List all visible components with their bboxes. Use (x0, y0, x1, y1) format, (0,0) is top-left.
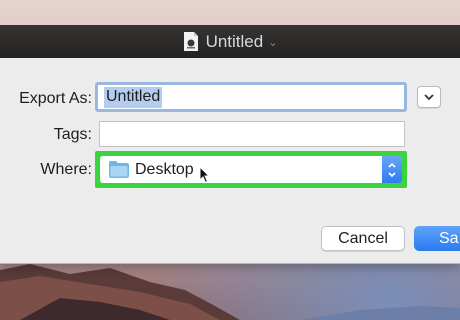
where-label: Where: (40, 161, 92, 178)
where-value: Desktop (135, 160, 194, 178)
document-icon (183, 32, 198, 51)
folder-icon (109, 161, 129, 178)
mountain-wallpaper-image (0, 264, 460, 320)
where-popup-highlight[interactable]: Desktop (95, 151, 407, 188)
cancel-button[interactable]: Cancel (321, 226, 405, 251)
expand-dialog-button[interactable] (417, 86, 441, 108)
tags-label: Tags: (53, 126, 92, 143)
chevron-down-icon[interactable]: ⌄ (268, 36, 277, 49)
window-title-bar: Untitled ⌄ (0, 25, 460, 58)
where-stepper[interactable] (382, 156, 402, 183)
up-down-chevron-icon (388, 162, 396, 177)
export-as-field[interactable]: Untitled (95, 82, 407, 112)
window-title: Untitled (205, 31, 264, 51)
export-as-label: Export As: (19, 90, 92, 107)
mouse-cursor-icon (199, 166, 211, 184)
where-popup[interactable]: Desktop (100, 156, 402, 183)
chevron-down-icon (424, 93, 434, 100)
export-as-value: Untitled (104, 86, 163, 108)
tags-field[interactable] (99, 121, 405, 147)
save-button[interactable]: Sa (414, 226, 460, 251)
